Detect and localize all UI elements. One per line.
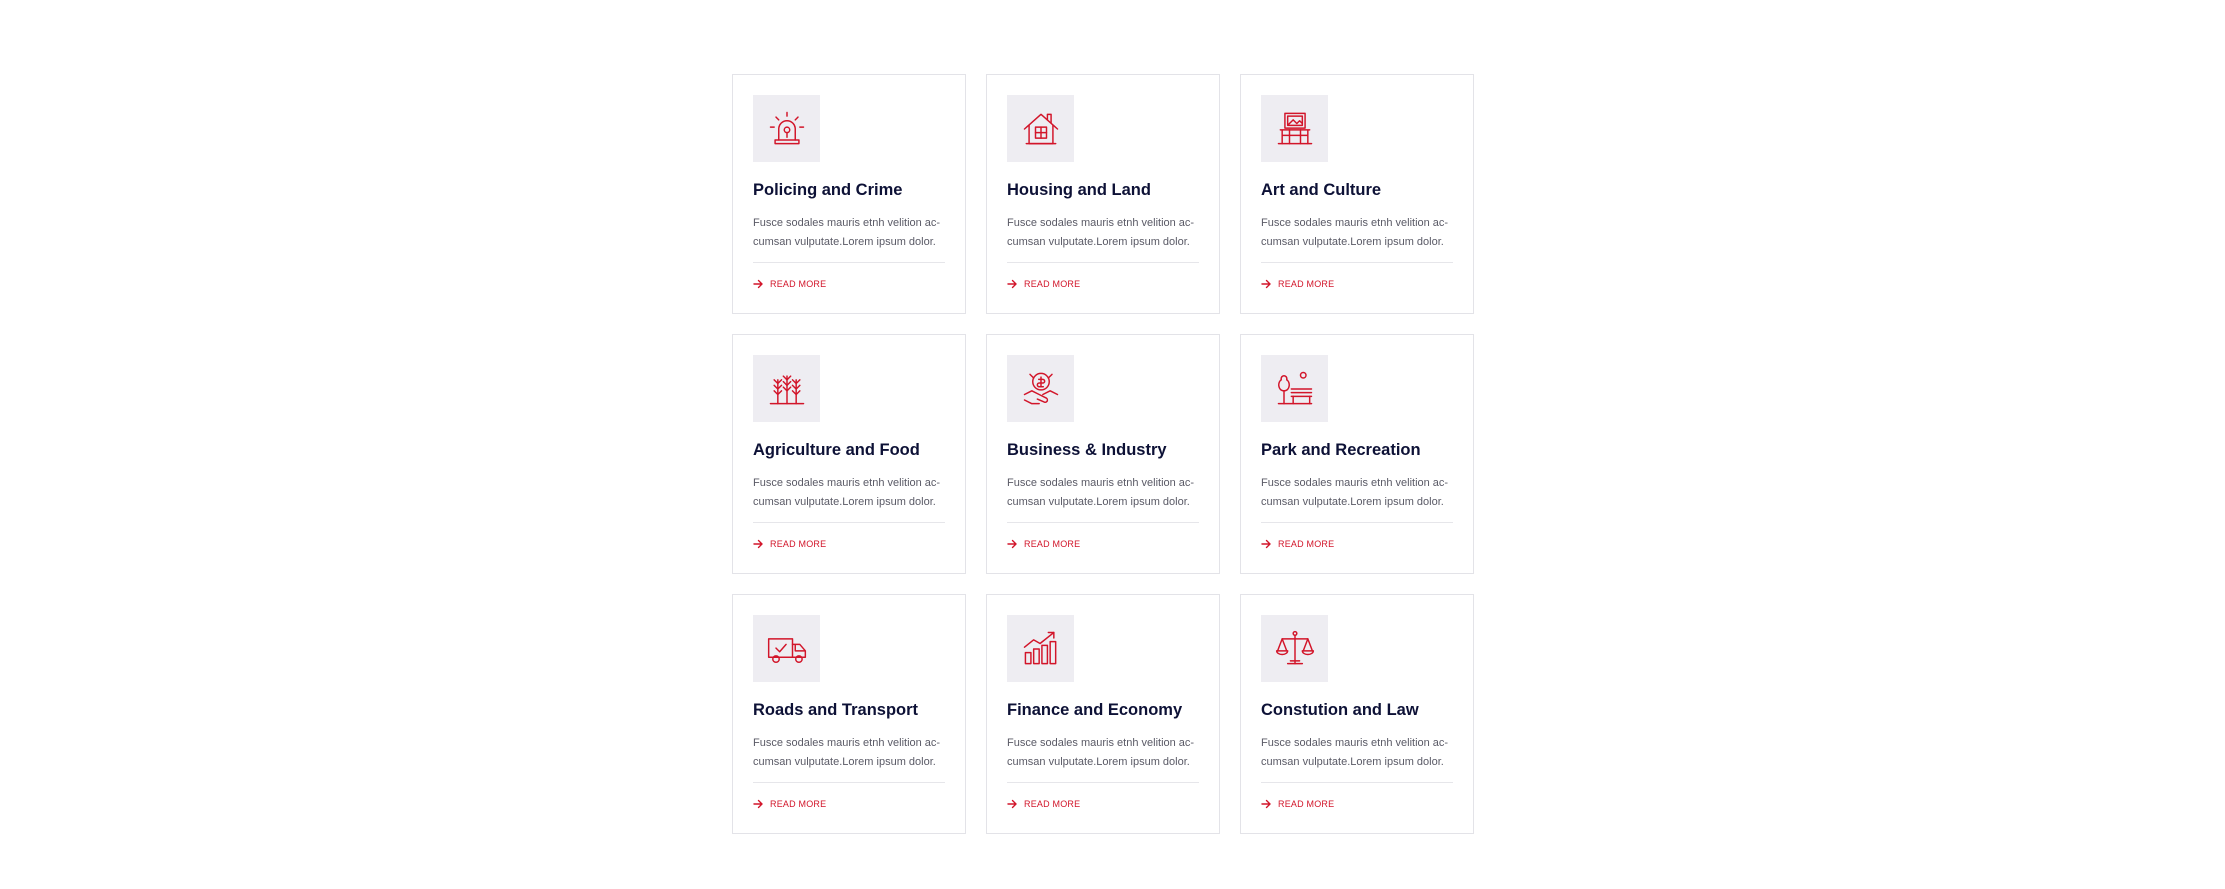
service-card-policing: Policing and Crime Fusce sodales mauris … — [732, 74, 966, 314]
divider — [753, 782, 945, 783]
card-title: Business & Industry — [1007, 441, 1167, 459]
justice-scale-icon — [1261, 615, 1328, 682]
divider — [1261, 522, 1453, 523]
card-title: Finance and Economy — [1007, 701, 1183, 719]
card-description: Fusce sodales mauris etnh velition ac-cu… — [753, 737, 941, 768]
card-title: Agriculture and Food — [753, 441, 920, 459]
read-more-label: READ MORE — [1024, 539, 1081, 549]
service-card-housing: Housing and Land Fusce sodales mauris et… — [986, 74, 1220, 314]
read-more-link[interactable]: READ MORE — [1261, 279, 1334, 289]
card-title: Art and Culture — [1261, 181, 1382, 199]
read-more-label: READ MORE — [1024, 279, 1081, 289]
arrow-right-icon — [753, 799, 763, 809]
arrow-right-icon — [1261, 539, 1271, 549]
growth-chart-icon — [1007, 615, 1074, 682]
divider — [753, 262, 945, 263]
arrow-right-icon — [1007, 279, 1017, 289]
card-description: Fusce sodales mauris etnh velition ac-cu… — [1007, 737, 1195, 768]
read-more-link[interactable]: READ MORE — [753, 799, 826, 809]
arrow-right-icon — [1007, 799, 1017, 809]
divider — [1261, 782, 1453, 783]
card-description: Fusce sodales mauris etnh velition ac-cu… — [1007, 217, 1195, 248]
read-more-link[interactable]: READ MORE — [753, 539, 826, 549]
card-description: Fusce sodales mauris etnh velition ac-cu… — [1261, 477, 1449, 508]
divider — [1007, 262, 1199, 263]
read-more-link[interactable]: READ MORE — [753, 279, 826, 289]
card-title: Roads and Transport — [753, 701, 919, 719]
card-description: Fusce sodales mauris etnh velition ac-cu… — [1007, 477, 1195, 508]
read-more-link[interactable]: READ MORE — [1261, 799, 1334, 809]
read-more-label: READ MORE — [770, 279, 827, 289]
service-card-roads: Roads and Transport Fusce sodales mauris… — [732, 594, 966, 834]
read-more-label: READ MORE — [770, 539, 827, 549]
handshake-money-icon — [1007, 355, 1074, 422]
police-siren-icon — [753, 95, 820, 162]
divider — [753, 522, 945, 523]
read-more-link[interactable]: READ MORE — [1007, 799, 1080, 809]
read-more-label: READ MORE — [1278, 279, 1335, 289]
divider — [1261, 262, 1453, 263]
service-card-park: Park and Recreation Fusce sodales mauris… — [1240, 334, 1474, 574]
divider — [1007, 782, 1199, 783]
delivery-truck-icon — [753, 615, 820, 682]
read-more-label: READ MORE — [1278, 799, 1335, 809]
arrow-right-icon — [1007, 539, 1017, 549]
service-card-law: Constution and Law Fusce sodales mauris … — [1240, 594, 1474, 834]
card-title: Policing and Crime — [753, 181, 903, 199]
divider — [1007, 522, 1199, 523]
house-icon — [1007, 95, 1074, 162]
read-more-link[interactable]: READ MORE — [1261, 539, 1334, 549]
art-frame-icon — [1261, 95, 1328, 162]
read-more-link[interactable]: READ MORE — [1007, 279, 1080, 289]
card-title: Constution and Law — [1261, 701, 1419, 719]
card-title: Park and Recreation — [1261, 441, 1421, 459]
arrow-right-icon — [753, 539, 763, 549]
card-title: Housing and Land — [1007, 181, 1151, 199]
service-card-agriculture: Agriculture and Food Fusce sodales mauri… — [732, 334, 966, 574]
service-card-business: Business & Industry Fusce sodales mauris… — [986, 334, 1220, 574]
card-description: Fusce sodales mauris etnh velition ac-cu… — [1261, 737, 1449, 768]
card-description: Fusce sodales mauris etnh velition ac-cu… — [753, 477, 941, 508]
arrow-right-icon — [1261, 799, 1271, 809]
wheat-icon — [753, 355, 820, 422]
arrow-right-icon — [1261, 279, 1271, 289]
read-more-label: READ MORE — [770, 799, 827, 809]
services-grid: Policing and Crime Fusce sodales mauris … — [732, 74, 1474, 834]
arrow-right-icon — [753, 279, 763, 289]
read-more-link[interactable]: READ MORE — [1007, 539, 1080, 549]
service-card-finance: Finance and Economy Fusce sodales mauris… — [986, 594, 1220, 834]
read-more-label: READ MORE — [1278, 539, 1335, 549]
card-description: Fusce sodales mauris etnh velition ac-cu… — [1261, 217, 1449, 248]
park-bench-icon — [1261, 355, 1328, 422]
card-description: Fusce sodales mauris etnh velition ac-cu… — [753, 217, 941, 248]
read-more-label: READ MORE — [1024, 799, 1081, 809]
service-card-art: Art and Culture Fusce sodales mauris etn… — [1240, 74, 1474, 314]
